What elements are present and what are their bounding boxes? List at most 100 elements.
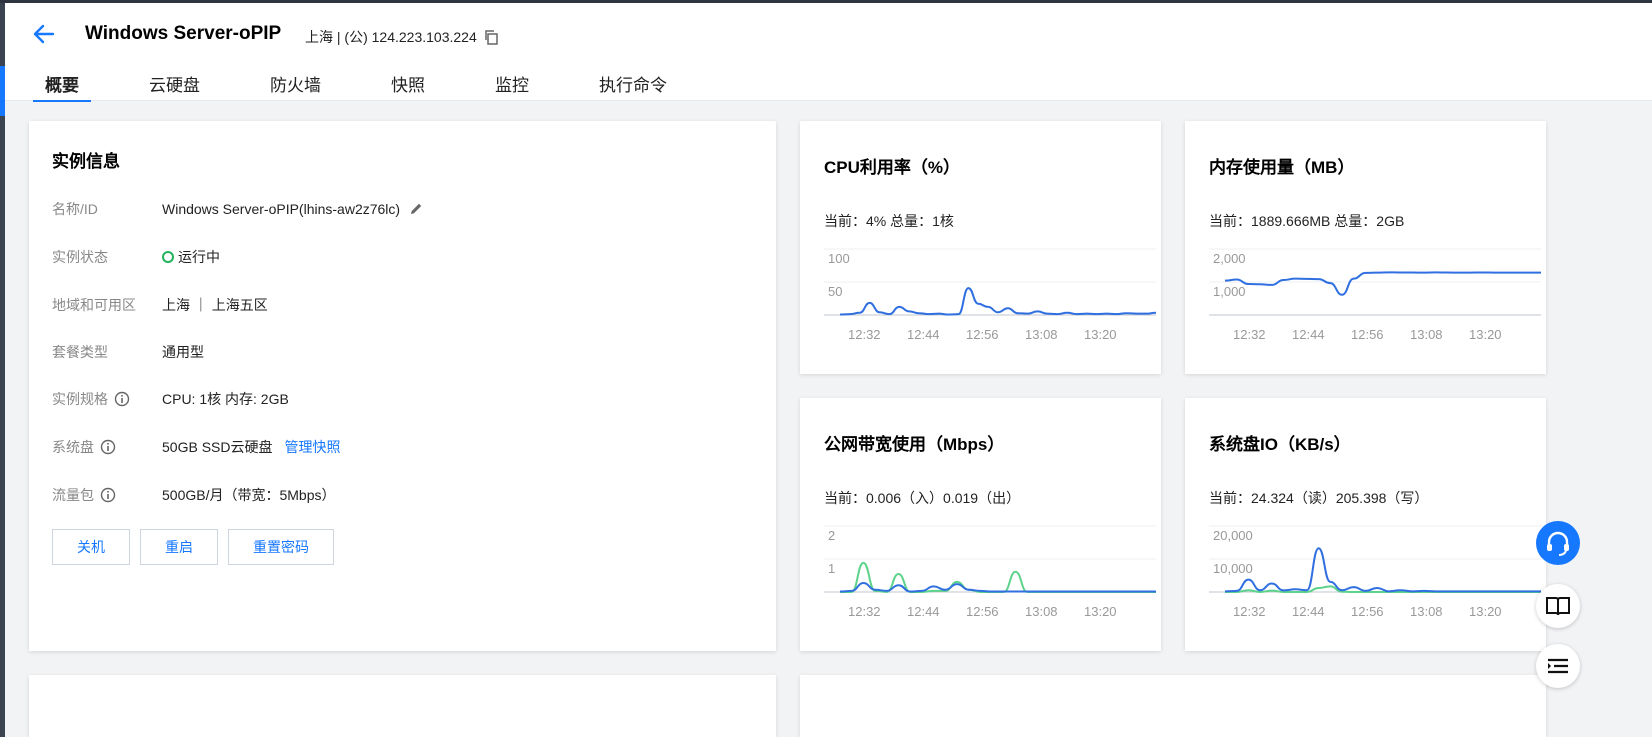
headset-icon [1547,531,1569,556]
status-value: 运行中 [178,249,220,265]
info-label: 系统盘 [52,437,162,457]
x-tick-label: 12:56 [1351,327,1384,342]
info-circle-icon[interactable] [100,487,116,503]
x-tick-label: 13:08 [1410,604,1443,619]
x-tick-label: 12:44 [1292,604,1325,619]
x-tick-label: 12:32 [1233,604,1266,619]
info-row-status: 实例状态 运行中 [52,247,220,267]
chart-title: 内存使用量（MB） [1209,158,1355,177]
shutdown-button[interactable]: 关机 [52,529,130,565]
instance-name-value: Windows Server-oPIP(lhins-aw2z76lc) [162,201,401,217]
chart-title: 系统盘IO（KB/s） [1209,435,1351,454]
cpu-chart: 100 50 12:32 12:44 12:56 13:08 13:20 [824,248,1157,342]
list-icon [1548,658,1568,674]
y-tick-label: 2,000 [1213,251,1246,266]
card-title: 实例信息 [52,152,120,171]
tab-bar: 概要 云硬盘 防火墙 快照 监控 执行命令 [33,65,725,102]
info-row-spec: 实例规格 CPU: 1核 内存: 2GB [52,389,289,409]
y-tick-label: 20,000 [1213,528,1253,543]
menu-button[interactable] [1536,644,1580,688]
instance-info-card: 实例信息 名称/ID Windows Server-oPIP(lhins-aw2… [29,121,776,651]
traffic-value: 500GB/月（带宽：5Mbps） [162,487,336,503]
series-line-0 [1224,547,1541,593]
chart-title: CPU利用率（%） [824,158,961,177]
arrow-left-icon[interactable] [31,21,57,47]
x-tick-label: 13:08 [1410,327,1443,342]
y-tick-label: 50 [828,284,842,299]
bandwidth-chart: 2 1 12:32 12:44 12:56 13:08 13:20 [824,525,1156,619]
x-tick-label: 12:44 [907,327,940,342]
system-disk-value: 50GB SSD云硬盘 [162,439,273,455]
status-running-icon [162,251,174,263]
info-value: 运行中 [162,247,220,267]
plan-type-value: 通用型 [162,344,204,360]
manage-snapshot-link[interactable]: 管理快照 [284,437,340,457]
x-tick-label: 12:44 [1292,327,1325,342]
x-tick-label: 12:32 [848,327,881,342]
y-tick-label: 1 [828,561,835,576]
lower-card-right [800,675,1546,737]
page-title: Windows Server-oPIP [85,23,282,44]
info-row-region: 地域和可用区 上海 ｜ 上海五区 [52,295,268,315]
x-tick-label: 12:32 [848,604,881,619]
x-tick-label: 13:20 [1469,604,1502,619]
y-tick-label: 1,000 [1213,284,1246,299]
info-label: 实例状态 [52,249,108,265]
book-icon [1546,597,1570,616]
bandwidth-chart-card: 公网带宽使用（Mbps） 当前：0.006（入）0.019（出） 2 1 12:32… [800,398,1161,651]
region-value: 上海 ｜ 上海五区 [162,297,268,313]
chart-current-value: 当前：4% 总量：1核 [824,213,954,229]
pencil-icon[interactable] [408,201,424,217]
traffic-label: 流量包 [52,487,94,503]
info-value: 50GB SSD云硬盘 管理快照 [162,437,340,457]
tab-firewall[interactable]: 防火墙 [258,65,333,101]
series-line-0 [1224,271,1541,296]
disk-io-chart: 20,000 10,000 12:32 12:44 12:56 13:08 13:20 [1209,525,1541,619]
instance-region-ip: 上海 | (公) 124.223.103.224 [305,29,477,45]
series-line-0 [839,287,1157,316]
x-tick-label: 12:56 [966,604,999,619]
y-tick-label: 100 [828,251,850,266]
info-row-plan-type: 套餐类型 通用型 [52,342,204,362]
x-tick-label: 13:20 [1469,327,1502,342]
reset-password-button[interactable]: 重置密码 [228,529,334,565]
lower-card-left [29,675,776,737]
x-tick-label: 12:44 [907,604,940,619]
info-circle-icon[interactable] [114,391,130,407]
restart-button[interactable]: 重启 [140,529,218,565]
support-button[interactable] [1536,521,1580,565]
copy-icon[interactable] [483,29,499,45]
docs-button[interactable] [1536,584,1580,628]
x-tick-label: 13:20 [1084,327,1117,342]
tab-cloud-disk[interactable]: 云硬盘 [137,65,212,101]
spec-label: 实例规格 [52,391,108,407]
x-tick-label: 13:08 [1025,327,1058,342]
info-row-system-disk: 系统盘 50GB SSD云硬盘 管理快照 [52,437,340,457]
x-tick-label: 13:20 [1084,604,1117,619]
info-label: 实例规格 [52,389,162,409]
info-value: Windows Server-oPIP(lhins-aw2z76lc) [162,201,424,217]
x-tick-label: 12:56 [1351,604,1384,619]
tab-overview[interactable]: 概要 [33,65,91,102]
series-line-1 [840,561,1156,594]
action-buttons: 关机 重启 重置密码 [52,529,334,565]
system-disk-label: 系统盘 [52,439,94,455]
info-circle-icon[interactable] [100,439,116,455]
instance-meta: 上海 | (公) 124.223.103.224 [305,27,499,47]
tab-run-command[interactable]: 执行命令 [587,65,679,101]
disk-io-chart-card: 系统盘IO（KB/s） 当前：24.324（读）205.398（写） 20,00… [1185,398,1546,651]
info-row-name: 名称/ID Windows Server-oPIP(lhins-aw2z76lc… [52,199,424,219]
info-row-traffic: 流量包 500GB/月（带宽：5Mbps） [52,485,336,505]
info-label: 地域和可用区 [52,297,136,313]
memory-chart-card: 内存使用量（MB） 当前：1889.666MB 总量：2GB 2,000 1,00… [1185,121,1546,374]
chart-current-value: 当前：24.324（读）205.398（写） [1209,490,1429,506]
y-tick-label: 2 [828,528,835,543]
memory-chart: 2,000 1,000 12:32 12:44 12:56 13:08 13:20 [1209,248,1541,342]
x-tick-label: 12:32 [1233,327,1266,342]
tab-snapshot[interactable]: 快照 [379,65,437,101]
spec-value: CPU: 1核 内存: 2GB [162,391,289,407]
y-tick-label: 10,000 [1213,561,1253,576]
x-tick-label: 12:56 [966,327,999,342]
chart-current-value: 当前：1889.666MB 总量：2GB [1209,213,1405,229]
tab-monitor[interactable]: 监控 [483,65,541,101]
